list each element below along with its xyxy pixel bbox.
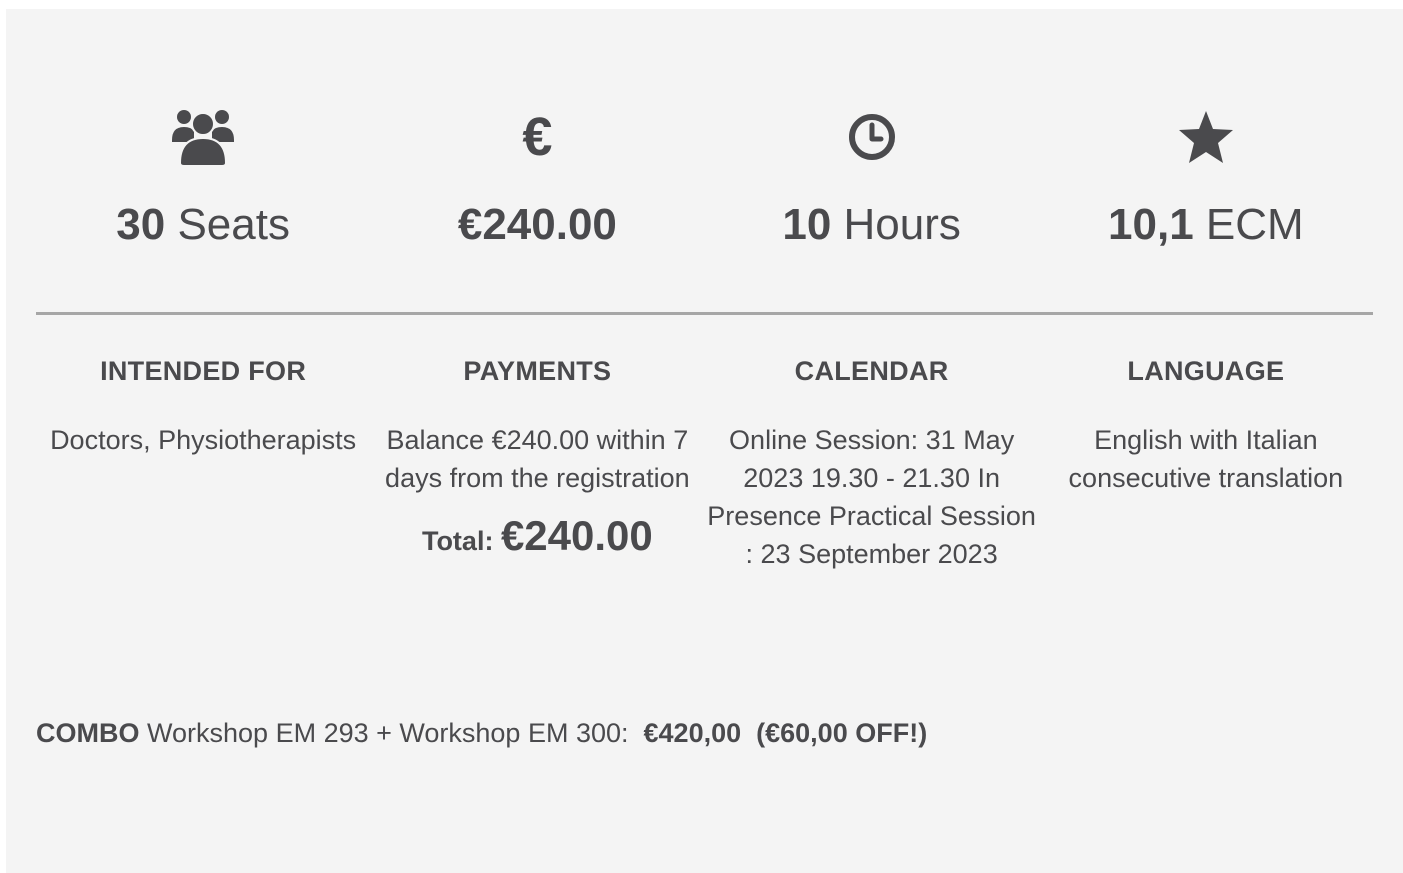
language-heading: LANGUAGE bbox=[1127, 356, 1285, 386]
price-value: €240.00 bbox=[457, 200, 617, 249]
combo-text: Workshop EM 293 + Workshop EM 300: bbox=[147, 718, 629, 748]
course-info-panel: 30 Seats € €240.00 10 Hours 10,1 ECM INT… bbox=[6, 9, 1403, 873]
ecm-value: 10,1 ECM bbox=[1108, 200, 1304, 249]
divider bbox=[36, 312, 1373, 315]
stats-row: 30 Seats € €240.00 10 Hours 10,1 ECM bbox=[36, 9, 1373, 309]
stat-price: € €240.00 bbox=[370, 9, 704, 309]
euro-icon: € bbox=[522, 107, 553, 167]
language-column: LANGUAGE English with Italian consecutiv… bbox=[1039, 349, 1373, 573]
intended-for-column: INTENDED FOR Doctors, Physiotherapists bbox=[36, 349, 370, 573]
hours-value: 10 Hours bbox=[782, 200, 961, 249]
combo-label: COMBO bbox=[36, 718, 140, 748]
calendar-heading: CALENDAR bbox=[794, 356, 949, 386]
star-icon bbox=[1174, 105, 1238, 169]
combo-offer: COMBO Workshop EM 293 + Workshop EM 300:… bbox=[36, 713, 927, 753]
stat-hours: 10 Hours bbox=[705, 9, 1039, 309]
intended-for-heading: INTENDED FOR bbox=[100, 356, 307, 386]
combo-price: €420,00 bbox=[643, 718, 742, 748]
combo-discount: (€60,00 OFF!) bbox=[756, 718, 928, 748]
calendar-text: Online Session: 31 May 2023 19.30 - 21.3… bbox=[707, 425, 1036, 569]
stat-ecm: 10,1 ECM bbox=[1039, 9, 1373, 309]
payments-column: PAYMENTS Balance €240.00 within 7 days f… bbox=[370, 349, 704, 573]
payments-heading: PAYMENTS bbox=[463, 356, 612, 386]
intended-for-text: Doctors, Physiotherapists bbox=[50, 425, 357, 455]
clock-icon bbox=[840, 105, 904, 169]
users-icon bbox=[171, 105, 235, 169]
language-text: English with Italian consecutive transla… bbox=[1068, 425, 1344, 493]
payments-total: Total: €240.00 bbox=[370, 511, 704, 566]
payments-text: Balance €240.00 within 7 days from the r… bbox=[385, 425, 690, 493]
seats-value: 30 Seats bbox=[116, 200, 290, 249]
total-label: Total: bbox=[421, 526, 494, 556]
stat-seats: 30 Seats bbox=[36, 9, 370, 309]
total-value: €240.00 bbox=[500, 512, 653, 559]
info-row: INTENDED FOR Doctors, Physiotherapists P… bbox=[36, 349, 1373, 573]
calendar-column: CALENDAR Online Session: 31 May 2023 19.… bbox=[705, 349, 1039, 573]
